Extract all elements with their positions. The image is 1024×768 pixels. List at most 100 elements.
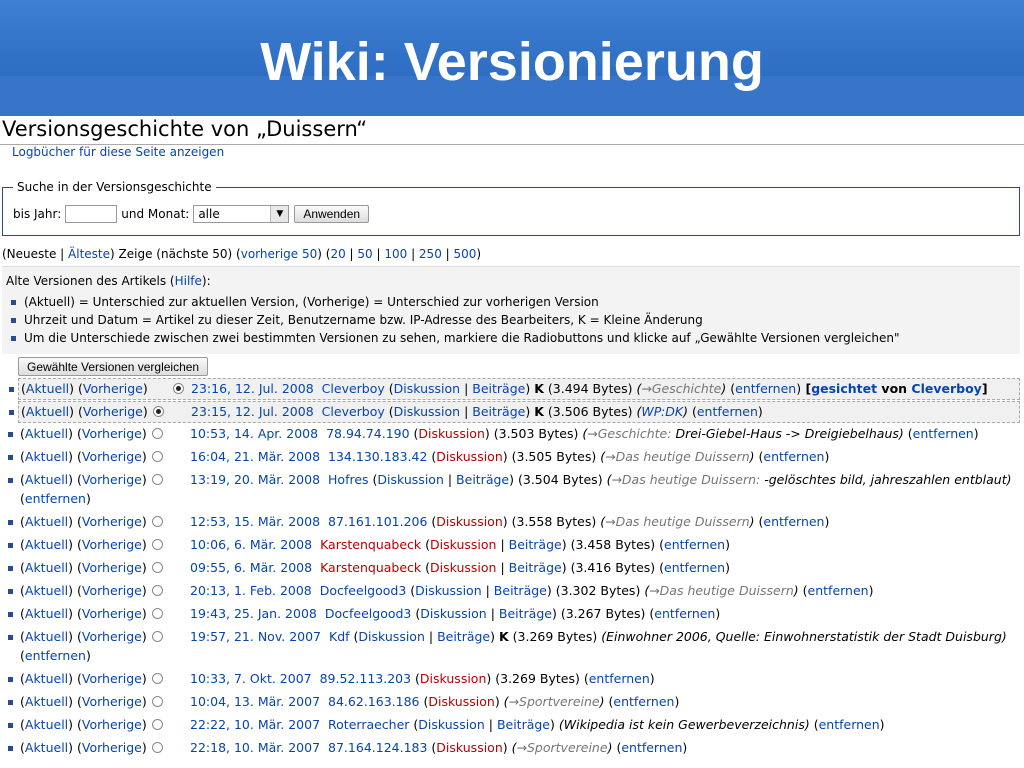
revision-date-link[interactable]: 22:18, 10. Mär. 2007 — [190, 740, 320, 755]
revision-date-link[interactable]: 16:04, 21. Mär. 2008 — [190, 449, 320, 464]
summary-link[interactable]: WP:DK — [641, 404, 683, 419]
remove-link[interactable]: entfernen — [654, 606, 715, 621]
diff-current-link[interactable]: Aktuell — [25, 694, 68, 709]
remove-link[interactable]: entfernen — [664, 537, 725, 552]
nav-50-link[interactable]: 50 — [357, 247, 372, 261]
compare-radio[interactable] — [152, 474, 163, 485]
talk-link[interactable]: Diskussion — [415, 583, 481, 598]
remove-link[interactable]: entfernen — [621, 740, 682, 755]
nav-oldest-link[interactable]: Älteste — [68, 247, 110, 261]
logs-link[interactable]: Logbücher für diese Seite anzeigen — [12, 145, 224, 159]
talk-link[interactable]: Diskussion — [358, 629, 424, 644]
revision-date-link[interactable]: 12:53, 15. Mär. 2008 — [190, 514, 320, 529]
user-link[interactable]: 87.164.124.183 — [328, 740, 427, 755]
diff-previous-link[interactable]: Vorherige — [82, 560, 142, 575]
section-link[interactable]: →Das heutige Duissern: — [611, 472, 760, 487]
talk-link[interactable]: Diskussion — [418, 426, 484, 441]
contributions-link[interactable]: Beiträge — [509, 560, 562, 575]
user-link[interactable]: 87.161.101.206 — [328, 514, 427, 529]
contributions-link[interactable]: Beiträge — [497, 717, 550, 732]
diff-current-link[interactable]: Aktuell — [25, 449, 68, 464]
revision-date-link[interactable]: 10:06, 6. Mär. 2008 — [190, 537, 312, 552]
nav-previous-link[interactable]: vorherige 50 — [241, 247, 318, 261]
year-input[interactable] — [65, 205, 118, 223]
section-link[interactable]: →Sportvereine — [517, 740, 608, 755]
diff-previous-link[interactable]: Vorherige — [83, 381, 143, 396]
talk-link[interactable]: Diskussion — [394, 381, 460, 396]
revision-date-link[interactable]: 19:57, 21. Nov. 2007 — [190, 629, 321, 644]
compare-radio[interactable] — [152, 585, 163, 596]
revision-date-link[interactable]: 22:22, 10. Mär. 2007 — [190, 717, 320, 732]
diff-previous-link[interactable]: Vorherige — [82, 671, 142, 686]
contributions-link[interactable]: Beiträge — [509, 537, 562, 552]
help-link[interactable]: Hilfe — [175, 274, 202, 288]
talk-link[interactable]: Diskussion — [430, 560, 496, 575]
remove-link[interactable]: entfernen — [763, 514, 824, 529]
diff-current-link[interactable]: Aktuell — [25, 606, 68, 621]
section-link[interactable]: →Das heutige Duissern — [605, 449, 750, 464]
talk-link[interactable]: Diskussion — [436, 514, 502, 529]
compare-radio[interactable] — [152, 631, 163, 642]
reviewer-link[interactable]: Cleverboy — [911, 381, 981, 396]
diff-current-link[interactable]: Aktuell — [25, 426, 68, 441]
user-link[interactable]: Roterraecher — [328, 717, 409, 732]
apply-button[interactable]: Anwenden — [294, 205, 370, 223]
compare-radio[interactable] — [152, 562, 163, 573]
revision-date-link[interactable]: 23:16, 12. Jul. 2008 — [191, 381, 314, 396]
talk-link[interactable]: Diskussion — [430, 537, 496, 552]
compare-radio[interactable] — [152, 742, 163, 753]
section-link[interactable]: →Sportvereine — [509, 694, 600, 709]
section-link[interactable]: →Geschichte — [641, 381, 721, 396]
user-link[interactable]: Docfeelgood3 — [325, 606, 412, 621]
talk-link[interactable]: Diskussion — [420, 606, 486, 621]
talk-link[interactable]: Diskussion — [418, 717, 484, 732]
user-link[interactable]: Docfeelgood3 — [320, 583, 407, 598]
remove-link[interactable]: entfernen — [25, 491, 86, 506]
diff-previous-link[interactable]: Vorherige — [82, 583, 142, 598]
talk-link[interactable]: Diskussion — [436, 740, 502, 755]
user-link[interactable]: Cleverboy — [322, 381, 385, 396]
revision-date-link[interactable]: 10:53, 14. Apr. 2008 — [190, 426, 318, 441]
diff-previous-link[interactable]: Vorherige — [82, 426, 142, 441]
remove-link[interactable]: entfernen — [697, 404, 758, 419]
user-link[interactable]: Karstenquabeck — [320, 537, 421, 552]
user-link[interactable]: Kdf — [329, 629, 350, 644]
user-link[interactable]: 78.94.74.190 — [326, 426, 410, 441]
diff-current-link[interactable]: Aktuell — [25, 629, 68, 644]
diff-previous-link[interactable]: Vorherige — [82, 740, 142, 755]
diff-previous-link[interactable]: Vorherige — [82, 449, 142, 464]
compare-radio[interactable] — [152, 539, 163, 550]
remove-link[interactable]: entfernen — [735, 381, 796, 396]
compare-radio[interactable] — [152, 516, 163, 527]
user-link[interactable]: 134.130.183.42 — [328, 449, 427, 464]
contributions-link[interactable]: Beiträge — [472, 381, 525, 396]
user-link[interactable]: Hofres — [328, 472, 369, 487]
contributions-link[interactable]: Beiträge — [456, 472, 509, 487]
remove-link[interactable]: entfernen — [664, 560, 725, 575]
remove-link[interactable]: entfernen — [819, 717, 880, 732]
revision-date-link[interactable]: 23:15, 12. Jul. 2008 — [191, 404, 314, 419]
compare-radio[interactable] — [153, 406, 164, 417]
diff-current-link[interactable]: Aktuell — [25, 583, 68, 598]
diff-current-link[interactable]: Aktuell — [25, 671, 68, 686]
diff-previous-link[interactable]: Vorherige — [82, 606, 142, 621]
remove-link[interactable]: entfernen — [589, 671, 650, 686]
diff-current-link[interactable]: Aktuell — [25, 740, 68, 755]
section-link[interactable]: →Geschichte: — [587, 426, 671, 441]
nav-500-link[interactable]: 500 — [454, 247, 477, 261]
revision-date-link[interactable]: 19:43, 25. Jan. 2008 — [190, 606, 317, 621]
remove-link[interactable]: entfernen — [808, 583, 869, 598]
diff-current-link[interactable]: Aktuell — [26, 381, 69, 396]
nav-20-link[interactable]: 20 — [330, 247, 345, 261]
revision-date-link[interactable]: 20:13, 1. Feb. 2008 — [190, 583, 312, 598]
compare-radio[interactable] — [152, 451, 163, 462]
section-link[interactable]: →Das heutige Duissern — [649, 583, 794, 598]
contributions-link[interactable]: Beiträge — [472, 404, 525, 419]
remove-link[interactable]: entfernen — [25, 648, 86, 663]
user-link[interactable]: Karstenquabeck — [320, 560, 421, 575]
compare-radio[interactable] — [152, 428, 163, 439]
nav-250-link[interactable]: 250 — [419, 247, 442, 261]
diff-previous-link[interactable]: Vorherige — [82, 717, 142, 732]
diff-previous-link[interactable]: Vorherige — [82, 514, 142, 529]
nav-100-link[interactable]: 100 — [384, 247, 407, 261]
